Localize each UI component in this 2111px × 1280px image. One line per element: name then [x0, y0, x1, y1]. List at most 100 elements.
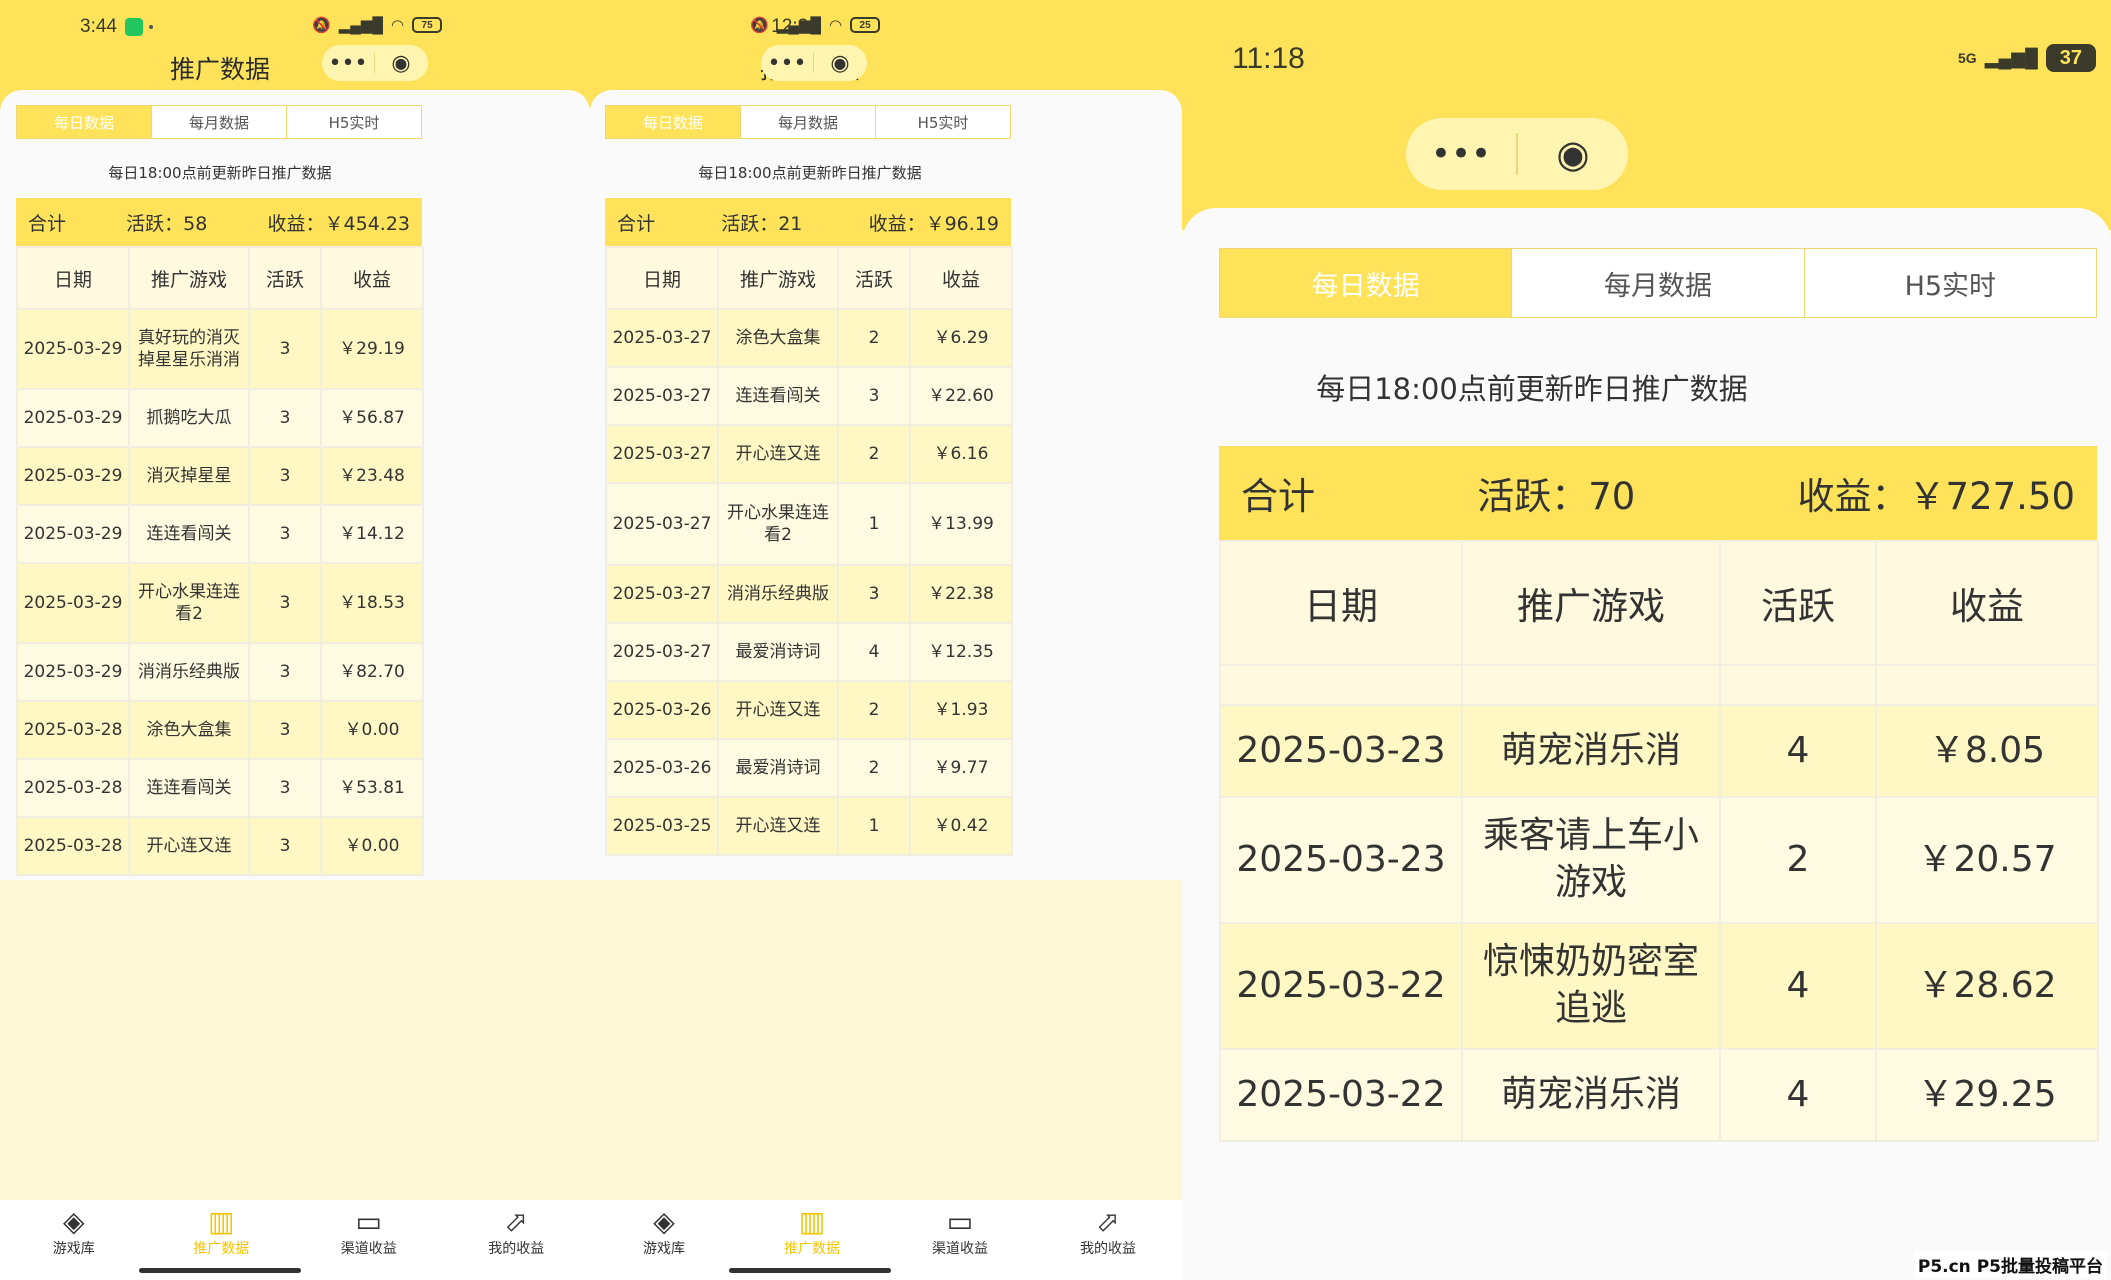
table-row[interactable]: 2025-03-23 乘客请上车小 游戏 2 ￥20.57 — [1219, 796, 2099, 924]
cell-active: 4 — [837, 622, 911, 682]
cell-income: ￥14.12 — [320, 504, 424, 564]
table-row[interactable]: 2025-03-29 开心水果连连 看2 3 ￥18.53 — [16, 562, 424, 644]
table-row[interactable]: 2025-03-27 开心水果连连 看2 1 ￥13.99 — [605, 482, 1013, 566]
table-row[interactable]: 2025-03-27 连连看闯关 3 ￥22.60 — [605, 366, 1013, 426]
cell-game: 连连看闯关 — [717, 366, 839, 426]
period-tabs: 每日数据 每月数据 H5实时 — [605, 105, 1011, 139]
nav-label: 游戏库 — [52, 1241, 95, 1257]
cell-date: 2025-03-29 — [16, 446, 130, 506]
table-row[interactable]: 2025-03-22 萌宠消乐消 4 ￥29.25 — [1219, 1048, 2099, 1142]
tab-daily[interactable]: 每日数据 — [17, 106, 152, 138]
cell-active: 3 — [837, 366, 911, 426]
table-cell — [1719, 664, 1877, 706]
cell-income: ￥82.70 — [320, 642, 424, 702]
table-header-row: 日期 推广游戏 活跃 收益 — [16, 246, 424, 310]
table-row[interactable]: 2025-03-26 开心连又连 2 ￥1.93 — [605, 680, 1013, 740]
close-miniapp-icon[interactable]: ◉ — [1518, 132, 1628, 176]
cell-date: 2025-03-22 — [1219, 922, 1463, 1050]
cell-active: 4 — [1719, 922, 1877, 1050]
cell-active: 3 — [248, 642, 322, 702]
wifi-icon: ◠ — [829, 17, 843, 34]
cell-date: 2025-03-27 — [605, 564, 719, 624]
table-row[interactable]: 2025-03-27 最爱消诗词 4 ￥12.35 — [605, 622, 1013, 682]
tab-monthly[interactable]: 每月数据 — [1512, 249, 1805, 317]
table-cell — [1461, 664, 1721, 706]
tab-h5-realtime[interactable]: H5实时 — [287, 106, 421, 138]
table-row[interactable]: 2025-03-25 开心连又连 1 ￥0.42 — [605, 796, 1013, 856]
header-income: 收益 — [909, 246, 1013, 310]
home-indicator[interactable] — [139, 1268, 301, 1273]
close-miniapp-icon[interactable]: ◉ — [375, 51, 427, 76]
tab-daily[interactable]: 每日数据 — [1220, 249, 1513, 317]
table-row[interactable]: 2025-03-22 惊悚奶奶密室 追逃 4 ￥28.62 — [1219, 922, 2099, 1050]
table-row[interactable]: 2025-03-28 连连看闯关 3 ￥53.81 — [16, 758, 424, 818]
table-row[interactable]: 2025-03-29 连连看闯关 3 ￥14.12 — [16, 504, 424, 564]
nav-promo-data[interactable]: ▥ 推广数据 — [738, 1206, 886, 1258]
tab-bar-items: ◈ 游戏库 ▥ 推广数据 ▭ 渠道收益 ⬀ 我的收益 — [0, 1200, 590, 1258]
wechat-icon — [124, 17, 143, 36]
cell-active: 1 — [837, 482, 911, 566]
tab-h5-realtime[interactable]: H5实时 — [1805, 249, 2096, 317]
data-table: 日期 推广游戏 活跃 收益 2025-03-27 涂色大盒集 2 ￥6.29 2025-… — [605, 246, 1013, 856]
cell-income: ￥8.05 — [1875, 704, 2099, 798]
summary-row: 合计 活跃：58 收益：￥454.23 — [16, 198, 422, 246]
nav-my-income[interactable]: ⬀ 我的收益 — [1034, 1206, 1182, 1258]
table-row[interactable]: 2025-03-28 开心连又连 3 ￥0.00 — [16, 816, 424, 876]
tab-daily[interactable]: 每日数据 — [606, 106, 741, 138]
cell-active: 2 — [837, 680, 911, 740]
cell-active: 1 — [837, 796, 911, 856]
table-row[interactable]: 2025-03-29 消消乐经典版 3 ￥82.70 — [16, 642, 424, 702]
close-miniapp-icon[interactable]: ◉ — [814, 51, 866, 76]
nav-label: 渠道收益 — [340, 1241, 397, 1257]
table-row[interactable]: 2025-03-27 消消乐经典版 3 ￥22.38 — [605, 564, 1013, 624]
summary-active: 活跃：70 — [1477, 475, 1636, 518]
tab-h5-realtime[interactable]: H5实时 — [876, 106, 1010, 138]
tab-monthly[interactable]: 每月数据 — [152, 106, 287, 138]
status-time-text: 3:44 — [80, 16, 117, 37]
bar-chart-icon: ▥ — [208, 1205, 235, 1238]
cell-game: 惊悚奶奶密室 追逃 — [1461, 922, 1721, 1050]
table-row[interactable]: 2025-03-29 消灭掉星星 3 ￥23.48 — [16, 446, 424, 506]
more-menu-icon[interactable]: ••• — [1406, 134, 1516, 174]
status-bar: 11:18 5G ▂▄▆█ 37 — [1182, 42, 2111, 82]
table-row[interactable]: 2025-03-28 涂色大盒集 3 ￥0.00 — [16, 700, 424, 760]
table-row[interactable]: 2025-03-23 萌宠消乐消 4 ￥8.05 — [1219, 704, 2099, 798]
header-game: 推广游戏 — [1461, 540, 1721, 666]
table-row[interactable]: 2025-03-27 开心连又连 2 ￥6.16 — [605, 424, 1013, 484]
battery-level: 25 — [859, 19, 871, 31]
table-row[interactable]: 2025-03-26 最爱消诗词 2 ￥9.77 — [605, 738, 1013, 798]
nav-game-library[interactable]: ◈ 游戏库 — [0, 1206, 148, 1258]
cell-active: 3 — [248, 816, 322, 876]
more-menu-icon[interactable]: ••• — [761, 51, 813, 76]
battery-icon: 37 — [2045, 44, 2096, 72]
folder-icon: ▭ — [355, 1205, 382, 1238]
header-date: 日期 — [1219, 540, 1463, 666]
nav-label: 我的收益 — [488, 1241, 545, 1257]
update-notice: 每日18:00点前更新昨日推广数据 — [1316, 372, 1748, 406]
more-menu-icon[interactable]: ••• — [322, 51, 374, 76]
cell-active: 4 — [1719, 1048, 1877, 1142]
table-row[interactable]: 2025-03-27 涂色大盒集 2 ￥6.29 — [605, 308, 1013, 368]
table-row[interactable]: 2025-03-29 抓鹅吃大瓜 3 ￥56.87 — [16, 388, 424, 448]
nav-promo-data[interactable]: ▥ 推广数据 — [148, 1206, 296, 1258]
notification-dot-icon — [148, 24, 153, 29]
cell-date: 2025-03-27 — [605, 366, 719, 426]
cell-active: 3 — [248, 388, 322, 448]
tab-monthly[interactable]: 每月数据 — [741, 106, 876, 138]
nav-my-income[interactable]: ⬀ 我的收益 — [443, 1206, 591, 1258]
cell-date: 2025-03-29 — [16, 388, 130, 448]
table-row[interactable]: 2025-03-29 真好玩的消灭 掉星星乐消消 3 ￥29.19 — [16, 308, 424, 390]
home-indicator[interactable] — [729, 1268, 891, 1273]
signal-icon: ▂▄▆█ — [338, 17, 384, 34]
cell-date: 2025-03-28 — [16, 816, 130, 876]
nav-game-library[interactable]: ◈ 游戏库 — [590, 1206, 738, 1258]
cell-active: 3 — [248, 446, 322, 506]
cell-active: 2 — [837, 424, 911, 484]
cell-income: ￥56.87 — [320, 388, 424, 448]
nav-channel-income[interactable]: ▭ 渠道收益 — [886, 1206, 1034, 1258]
cell-date: 2025-03-23 — [1219, 704, 1463, 798]
cell-income: ￥0.00 — [320, 700, 424, 760]
cell-date: 2025-03-29 — [16, 504, 130, 564]
nav-channel-income[interactable]: ▭ 渠道收益 — [295, 1206, 443, 1258]
table-body: 2025-03-27 涂色大盒集 2 ￥6.29 2025-03-27 连连看闯关 3 ￥22… — [605, 308, 1013, 856]
